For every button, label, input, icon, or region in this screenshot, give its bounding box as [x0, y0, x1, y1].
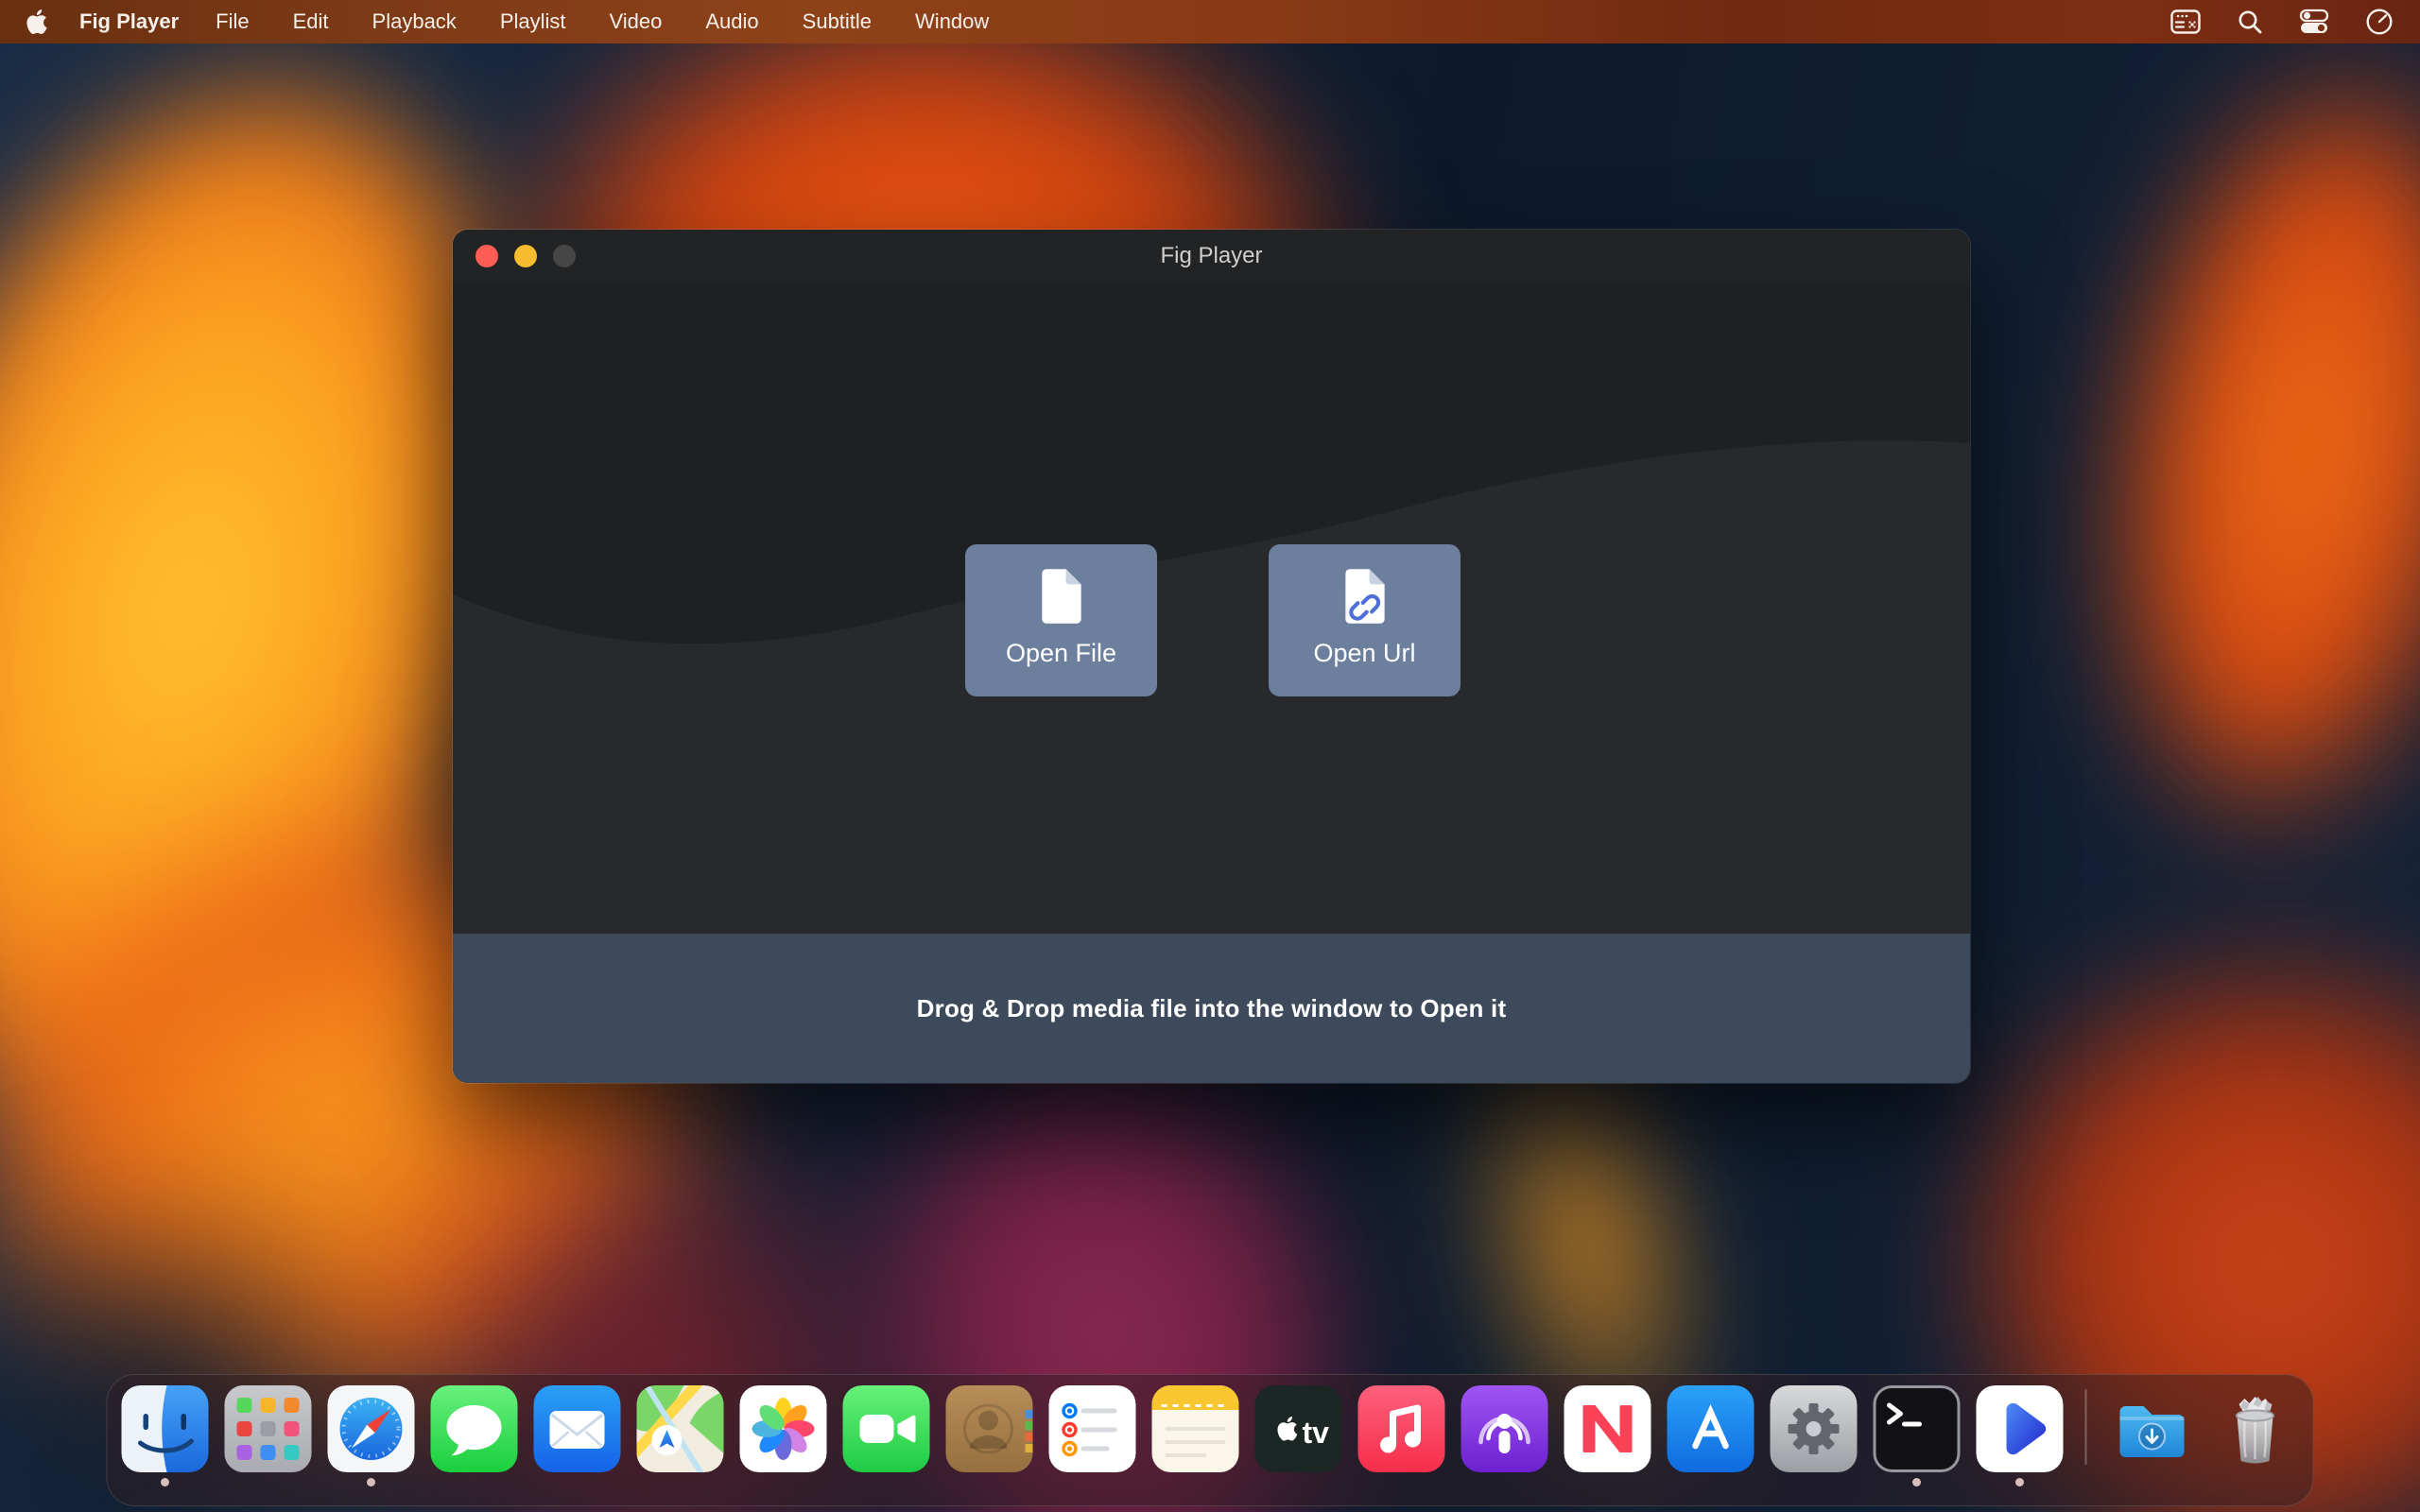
menu-bar: Fig Player File Edit Playback Playlist V… — [0, 0, 2420, 43]
dock-item-tv[interactable]: tv — [1255, 1385, 1342, 1472]
window-titlebar[interactable]: Fig Player — [453, 230, 1970, 283]
document-link-icon — [1340, 567, 1390, 626]
open-file-label: Open File — [1006, 639, 1116, 668]
terminal-icon — [1874, 1385, 1961, 1472]
menu-status-area — [2170, 8, 2394, 36]
menu-audio[interactable]: Audio — [683, 9, 780, 34]
fig-player-icon — [1977, 1385, 2064, 1472]
dock: tv — [107, 1374, 2314, 1506]
gauge-icon[interactable] — [2365, 8, 2394, 36]
facetime-icon — [843, 1385, 930, 1472]
dock-item-appstore[interactable] — [1668, 1385, 1754, 1472]
menu-window[interactable]: Window — [893, 9, 1011, 34]
tv-badge-text: tv — [1303, 1416, 1330, 1450]
window-title: Fig Player — [453, 243, 1970, 269]
safari-icon — [328, 1385, 415, 1472]
news-icon — [1564, 1385, 1651, 1472]
minimize-button[interactable] — [514, 245, 537, 267]
menu-video[interactable]: Video — [588, 9, 684, 34]
dock-item-maps[interactable] — [637, 1385, 724, 1472]
open-file-button[interactable]: Open File — [965, 544, 1157, 696]
close-button[interactable] — [475, 245, 498, 267]
fig-player-window: Fig Player Open File Open Url Drog & Dro… — [453, 230, 1970, 1083]
open-url-button[interactable]: Open Url — [1269, 544, 1461, 696]
traffic-lights — [475, 230, 576, 283]
dock-item-fig-player[interactable] — [1977, 1385, 2064, 1472]
dock-item-finder[interactable] — [122, 1385, 209, 1472]
running-indicator — [1912, 1478, 1921, 1486]
dock-divider — [2085, 1389, 2087, 1465]
finder-icon — [122, 1385, 209, 1472]
menu-playback[interactable]: Playback — [351, 9, 478, 34]
reminders-icon — [1049, 1385, 1136, 1472]
dock-item-reminders[interactable] — [1049, 1385, 1136, 1472]
menu-subtitle[interactable]: Subtitle — [781, 9, 893, 34]
tv-icon: tv — [1255, 1385, 1342, 1472]
dock-item-notes[interactable] — [1152, 1385, 1239, 1472]
photos-icon — [740, 1385, 827, 1472]
search-icon[interactable] — [2237, 9, 2263, 35]
apple-logo-icon — [26, 9, 47, 34]
document-icon — [1037, 567, 1086, 626]
downloads-folder-icon — [2109, 1385, 2196, 1472]
mail-icon — [534, 1385, 621, 1472]
desktop: Fig Player File Edit Playback Playlist V… — [0, 0, 2420, 1512]
open-url-label: Open Url — [1313, 639, 1415, 668]
running-indicator — [2015, 1478, 2024, 1486]
notes-icon — [1152, 1385, 1239, 1472]
messages-icon — [431, 1385, 518, 1472]
system-settings-icon — [1771, 1385, 1858, 1472]
dock-item-terminal[interactable] — [1874, 1385, 1961, 1472]
dock-item-trash[interactable] — [2212, 1385, 2299, 1472]
contacts-icon — [946, 1385, 1033, 1472]
running-indicator — [161, 1478, 169, 1486]
dock-item-safari[interactable] — [328, 1385, 415, 1472]
dock-item-downloads[interactable] — [2109, 1385, 2196, 1472]
dock-item-news[interactable] — [1564, 1385, 1651, 1472]
dock-item-mail[interactable] — [534, 1385, 621, 1472]
menu-file[interactable]: File — [194, 9, 270, 34]
running-indicator — [367, 1478, 375, 1486]
menu-playlist[interactable]: Playlist — [478, 9, 588, 34]
zoom-button-disabled — [553, 245, 576, 267]
dock-item-photos[interactable] — [740, 1385, 827, 1472]
window-wave-decoration — [453, 283, 1970, 934]
drop-hint-text: Drog & Drop media file into the window t… — [917, 994, 1507, 1023]
trash-icon — [2212, 1385, 2299, 1472]
input-source-icon[interactable] — [2170, 9, 2201, 34]
launchpad-icon — [225, 1385, 312, 1472]
dock-item-launchpad[interactable] — [225, 1385, 312, 1472]
app-store-icon — [1668, 1385, 1754, 1472]
dock-item-facetime[interactable] — [843, 1385, 930, 1472]
dock-item-settings[interactable] — [1771, 1385, 1858, 1472]
dock-item-contacts[interactable] — [946, 1385, 1033, 1472]
dock-item-music[interactable] — [1358, 1385, 1445, 1472]
drop-zone-footer: Drog & Drop media file into the window t… — [453, 934, 1970, 1083]
apple-menu[interactable] — [26, 9, 47, 34]
music-icon — [1358, 1385, 1445, 1472]
dock-item-messages[interactable] — [431, 1385, 518, 1472]
maps-icon — [637, 1385, 724, 1472]
podcasts-icon — [1461, 1385, 1548, 1472]
control-center-icon[interactable] — [2299, 9, 2329, 35]
active-app-menu[interactable]: Fig Player — [79, 9, 179, 34]
dock-item-podcasts[interactable] — [1461, 1385, 1548, 1472]
menu-edit[interactable]: Edit — [271, 9, 351, 34]
